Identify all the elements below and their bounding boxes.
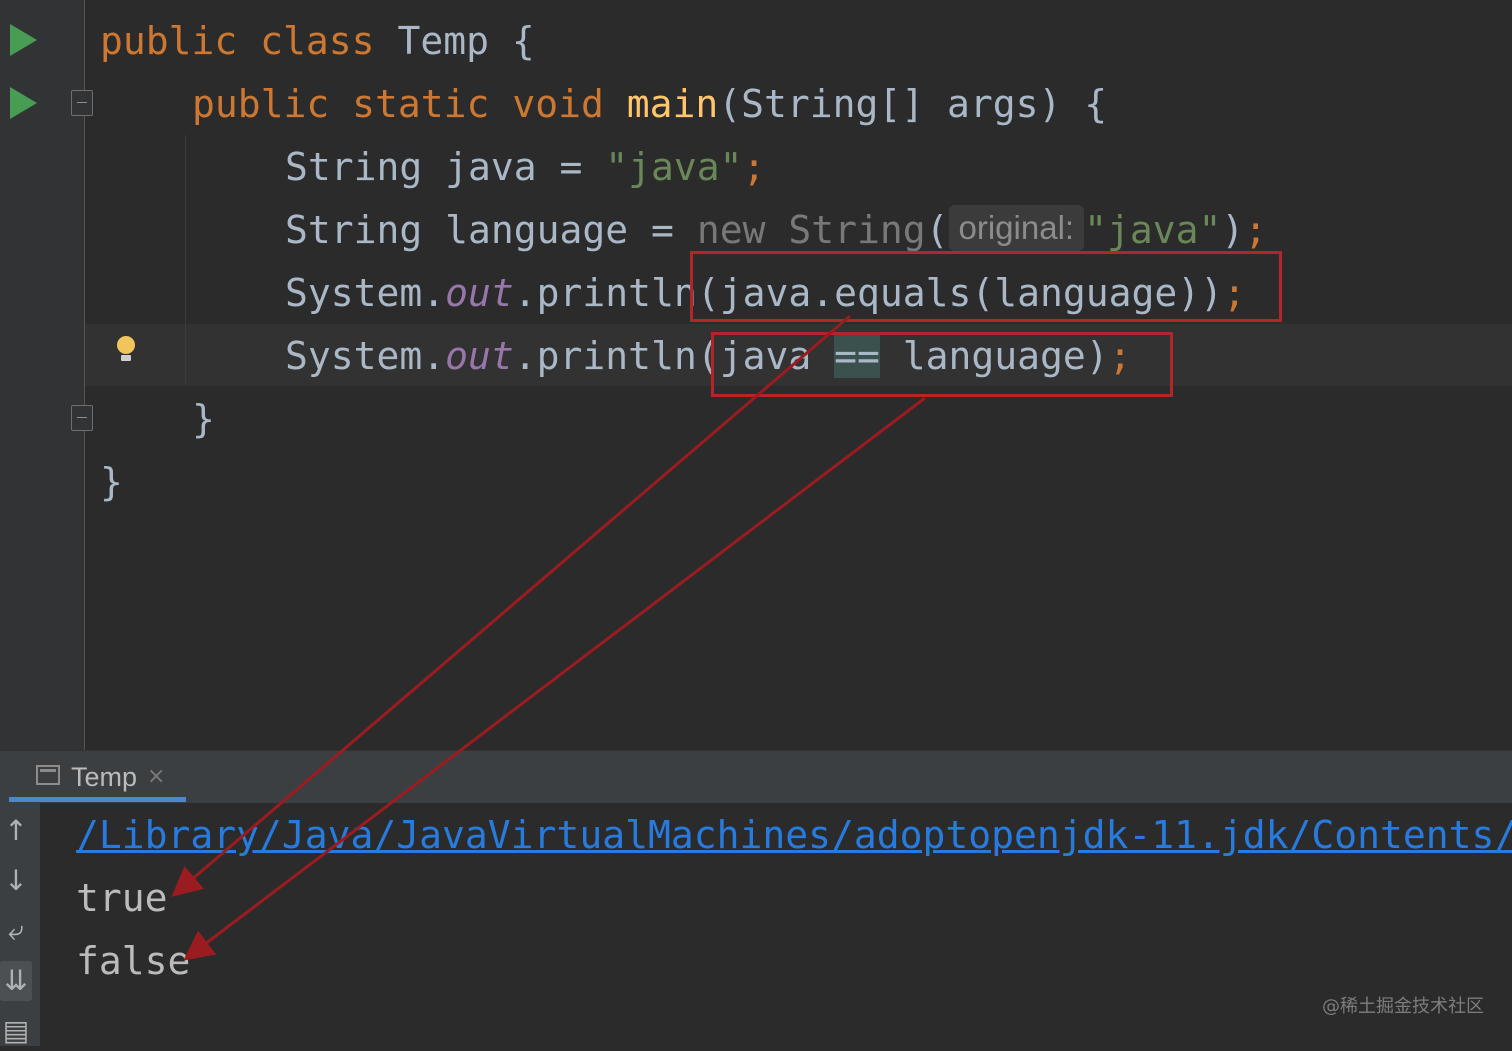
watermark: @稀土掘金技术社区 [1322, 996, 1484, 1017]
lightbulb-icon[interactable] [117, 336, 135, 361]
code-token: main [626, 82, 719, 126]
code-token: String language = [285, 208, 697, 252]
code-line-8[interactable]: } [100, 451, 123, 513]
fold-end-icon[interactable] [71, 405, 93, 431]
code-line-1[interactable]: public class Temp { [100, 10, 535, 72]
code-line-7[interactable]: } [192, 388, 215, 450]
code-token: static [352, 82, 513, 126]
code-token: ( [925, 208, 949, 252]
run-class-icon[interactable] [10, 24, 37, 56]
code-token: "java" [605, 145, 743, 189]
code-token: System. [285, 334, 446, 378]
console-icon [36, 765, 60, 785]
parameter-hint: original: [948, 205, 1085, 251]
code-token: } [192, 397, 215, 441]
tab-close-icon[interactable]: × [147, 761, 165, 793]
active-tab-indicator [9, 797, 186, 802]
equals-highlight-box [690, 251, 1282, 322]
soft-wrap-icon[interactable]: ⤶ [0, 911, 32, 951]
code-token: } [100, 460, 123, 504]
code-token: (String[] args) { [718, 82, 1108, 126]
code-token: "java" [1084, 208, 1222, 252]
code-token: out [445, 334, 514, 378]
console-output-false: false [76, 939, 191, 983]
code-token: String java = [285, 145, 606, 189]
run-main-icon[interactable] [10, 87, 37, 119]
console-output-true: true [76, 876, 168, 920]
code-token: ; [1244, 208, 1268, 252]
code-token: Temp { [397, 19, 535, 63]
code-token: ; [742, 145, 766, 189]
up-arrow-icon[interactable]: ↑ [0, 811, 32, 851]
run-tab-bar [0, 750, 1512, 803]
down-arrow-icon[interactable]: ↓ [0, 861, 32, 901]
code-token: out [445, 271, 514, 315]
console-command-link[interactable]: /Library/Java/JavaVirtualMachines/adopto… [76, 804, 1512, 866]
code-token: new [696, 208, 789, 252]
code-token: System. [285, 271, 446, 315]
print-icon[interactable]: ▤ [0, 1011, 32, 1051]
code-token: class [260, 19, 398, 63]
code-line-3[interactable]: String java = "java"; [285, 136, 765, 198]
code-token: public [192, 82, 353, 126]
code-token: void [512, 82, 627, 126]
code-line-2[interactable]: public static void main(String[] args) { [192, 73, 1107, 135]
double-equals-highlight-box [711, 332, 1173, 397]
code-token: ) [1221, 208, 1245, 252]
code-token: public [100, 19, 261, 63]
indent-guide [185, 135, 186, 385]
code-token: String [788, 208, 926, 252]
tab-temp[interactable]: Temp [71, 758, 137, 796]
fold-start-icon[interactable] [71, 90, 93, 116]
scroll-to-end-icon[interactable]: ⇊ [0, 961, 32, 1001]
